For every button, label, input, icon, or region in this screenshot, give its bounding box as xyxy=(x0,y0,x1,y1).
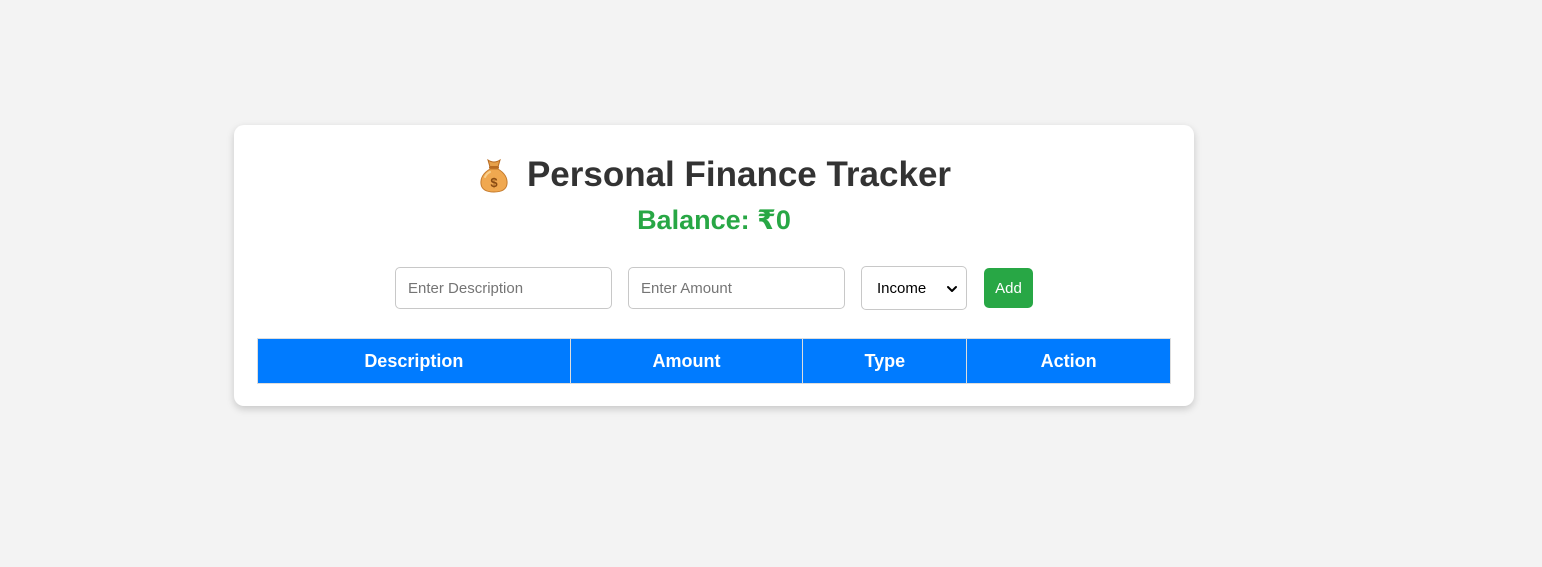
table-header-row: Description Amount Type Action xyxy=(257,338,1171,384)
money-bag-icon: $ xyxy=(477,157,511,193)
amount-input[interactable] xyxy=(628,267,845,309)
column-header-description: Description xyxy=(257,338,571,384)
balance-display: Balance: ₹0 xyxy=(637,205,791,235)
page-title: Personal Finance Tracker xyxy=(526,155,952,194)
column-header-amount: Amount xyxy=(569,338,804,384)
column-header-action: Action xyxy=(966,338,1171,384)
description-input[interactable] xyxy=(395,267,612,309)
column-header-type: Type xyxy=(802,338,968,384)
add-button[interactable]: Add xyxy=(984,268,1033,308)
type-select-value: Income xyxy=(877,279,927,297)
type-select[interactable]: Income xyxy=(861,266,967,310)
transaction-form: Income Add xyxy=(234,266,1194,310)
header: $ Personal Finance Tracker xyxy=(234,155,1194,195)
svg-text:$: $ xyxy=(490,175,498,190)
transactions-table: Description Amount Type Action xyxy=(257,338,1171,384)
finance-tracker-card: $ Personal Finance Tracker Balance: ₹0 I… xyxy=(234,125,1194,406)
chevron-down-icon xyxy=(946,282,958,294)
